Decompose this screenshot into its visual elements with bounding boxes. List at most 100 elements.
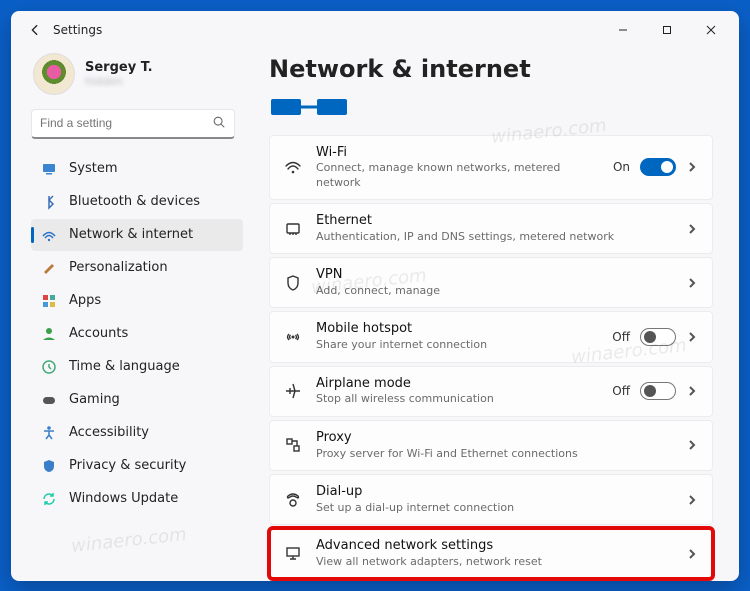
system-icon: [41, 161, 57, 177]
search-input[interactable]: [40, 116, 212, 130]
card-desc: Stop all wireless communication: [316, 392, 598, 406]
chevron-right-icon: [686, 331, 698, 343]
settings-list: Wi-Fi Connect, manage known networks, me…: [269, 135, 713, 580]
page-title: Network & internet: [269, 55, 713, 83]
privacy-icon: [41, 458, 57, 474]
card-desc: Share your internet connection: [316, 338, 598, 352]
sidebar-item-personalization[interactable]: Personalization: [31, 252, 243, 284]
apps-icon: [41, 293, 57, 309]
back-button[interactable]: [21, 16, 49, 44]
hotspot-state-label: Off: [612, 330, 630, 344]
main-panel: Network & internet Wi-Fi Connect, manage…: [249, 49, 739, 581]
sidebar-item-time[interactable]: Time & language: [31, 351, 243, 383]
time-icon: [41, 359, 57, 375]
gaming-icon: [41, 392, 57, 408]
sidebar-item-update[interactable]: Windows Update: [31, 483, 243, 515]
chevron-right-icon: [686, 223, 698, 235]
sidebar-item-label: Windows Update: [69, 491, 178, 506]
airplane-icon: [284, 382, 302, 400]
user-name: Sergey T.: [85, 60, 153, 75]
advanced-network-icon: [284, 545, 302, 563]
user-profile[interactable]: Sergey T. hidden: [31, 49, 243, 105]
card-title: Proxy: [316, 430, 672, 447]
card-ethernet[interactable]: Ethernet Authentication, IP and DNS sett…: [269, 203, 713, 254]
settings-window: Settings Sergey T. hidden: [11, 11, 739, 581]
card-desc: Connect, manage known networks, metered …: [316, 161, 599, 190]
sidebar-item-label: Network & internet: [69, 227, 193, 242]
avatar: [33, 53, 75, 95]
card-desc: Set up a dial-up internet connection: [316, 501, 672, 515]
app-name: Settings: [53, 23, 102, 37]
card-title: Mobile hotspot: [316, 321, 598, 338]
sidebar-item-apps[interactable]: Apps: [31, 285, 243, 317]
card-dialup[interactable]: Dial-up Set up a dial-up internet connec…: [269, 474, 713, 525]
card-hotspot[interactable]: Mobile hotspot Share your internet conne…: [269, 311, 713, 362]
chevron-right-icon: [686, 439, 698, 451]
wifi-state-label: On: [613, 160, 630, 174]
sidebar-item-privacy[interactable]: Privacy & security: [31, 450, 243, 482]
sidebar-item-accessibility[interactable]: Accessibility: [31, 417, 243, 449]
chevron-right-icon: [686, 494, 698, 506]
card-desc: Add, connect, manage: [316, 284, 672, 298]
sidebar-item-label: Accounts: [69, 326, 128, 341]
wifi-toggle[interactable]: [640, 158, 676, 176]
proxy-icon: [284, 436, 302, 454]
card-proxy[interactable]: Proxy Proxy server for Wi-Fi and Etherne…: [269, 420, 713, 471]
wifi-icon: [284, 158, 302, 176]
accounts-icon: [41, 326, 57, 342]
dialup-icon: [284, 491, 302, 509]
ethernet-icon: [284, 220, 302, 238]
card-title: Airplane mode: [316, 376, 598, 393]
card-title: Wi-Fi: [316, 145, 599, 162]
sidebar-item-label: Gaming: [69, 392, 120, 407]
search-icon: [212, 115, 226, 132]
sidebar-item-label: Accessibility: [69, 425, 149, 440]
card-vpn[interactable]: VPN Add, connect, manage: [269, 257, 713, 308]
chevron-right-icon: [686, 161, 698, 173]
search-box[interactable]: [31, 109, 235, 139]
airplane-toggle[interactable]: [640, 382, 676, 400]
network-icon: [41, 227, 57, 243]
hotspot-icon: [284, 328, 302, 346]
personalization-icon: [41, 260, 57, 276]
sidebar-item-gaming[interactable]: Gaming: [31, 384, 243, 416]
update-icon: [41, 491, 57, 507]
sidebar-item-label: Privacy & security: [69, 458, 186, 473]
airplane-state-label: Off: [612, 384, 630, 398]
titlebar: Settings: [11, 11, 739, 49]
user-email: hidden: [85, 75, 153, 88]
hotspot-toggle[interactable]: [640, 328, 676, 346]
maximize-button[interactable]: [647, 16, 687, 44]
card-title: Advanced network settings: [316, 538, 672, 555]
card-title: Dial-up: [316, 484, 672, 501]
card-title: VPN: [316, 267, 672, 284]
card-airplane[interactable]: Airplane mode Stop all wireless communic…: [269, 366, 713, 417]
nav-list: System Bluetooth & devices Network & int…: [31, 153, 243, 515]
sidebar-item-bluetooth[interactable]: Bluetooth & devices: [31, 186, 243, 218]
chevron-right-icon: [686, 385, 698, 397]
network-hero-icon: [269, 91, 713, 127]
sidebar-item-label: Apps: [69, 293, 101, 308]
close-button[interactable]: [691, 16, 731, 44]
sidebar-item-label: Time & language: [69, 359, 180, 374]
sidebar-item-label: Personalization: [69, 260, 168, 275]
card-wifi[interactable]: Wi-Fi Connect, manage known networks, me…: [269, 135, 713, 200]
card-title: Ethernet: [316, 213, 672, 230]
chevron-right-icon: [686, 277, 698, 289]
card-desc: Proxy server for Wi-Fi and Ethernet conn…: [316, 447, 672, 461]
sidebar: Sergey T. hidden System Bluetooth & devi…: [11, 49, 249, 581]
sidebar-item-label: Bluetooth & devices: [69, 194, 200, 209]
sidebar-item-accounts[interactable]: Accounts: [31, 318, 243, 350]
accessibility-icon: [41, 425, 57, 441]
minimize-button[interactable]: [603, 16, 643, 44]
bluetooth-icon: [41, 194, 57, 210]
sidebar-item-label: System: [69, 161, 117, 176]
card-desc: View all network adapters, network reset: [316, 555, 672, 569]
window-controls: [603, 16, 731, 44]
card-desc: Authentication, IP and DNS settings, met…: [316, 230, 672, 244]
sidebar-item-system[interactable]: System: [31, 153, 243, 185]
card-advanced-network[interactable]: Advanced network settings View all netwo…: [269, 528, 713, 579]
chevron-right-icon: [686, 548, 698, 560]
sidebar-item-network[interactable]: Network & internet: [31, 219, 243, 251]
vpn-icon: [284, 274, 302, 292]
